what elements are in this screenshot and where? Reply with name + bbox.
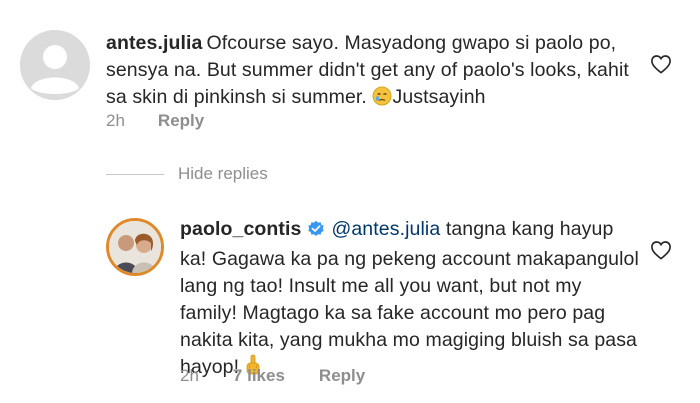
crying-face-icon (372, 86, 392, 114)
comment-body: antes.julia Ofcourse sayo. Masyadong gwap… (106, 30, 646, 114)
hide-replies-label: Hide replies (178, 164, 268, 183)
comment-text: family! Magtago ka sa fake account mo pe… (180, 302, 606, 324)
comment-meta: 2h Reply (106, 111, 204, 131)
avatar[interactable] (106, 218, 164, 276)
comment-text: Justsayinh (392, 86, 486, 108)
comment-text: nakita kita, yang mukha mo magiging blui… (180, 329, 638, 351)
timestamp: 2h (106, 111, 125, 130)
mention-link[interactable]: @antes.julia (331, 218, 440, 240)
divider (106, 173, 164, 175)
comment-text: sensya na. But summer didn't get any of … (106, 59, 629, 81)
comment-meta: 2h 7 likes Reply (180, 366, 365, 386)
comment-text: lang ng tao! Insult me all you want, but… (180, 275, 582, 297)
comment-text: tangna kang hayup (445, 218, 614, 240)
username[interactable]: antes.julia (106, 32, 202, 54)
comment-body: paolo_contis @antes.julia tangna kang ha… (180, 216, 650, 384)
timestamp: 2h (180, 366, 199, 385)
comment-text: sa skin di pinkinsh si summer. (106, 86, 367, 108)
reply-button[interactable]: Reply (158, 111, 204, 131)
comment-text: Ofcourse sayo. Masyadong gwapo si paolo … (206, 32, 617, 54)
verified-badge-icon (307, 219, 325, 246)
likes-count[interactable]: 7 likes (233, 366, 285, 386)
hide-replies-button[interactable]: Hide replies (106, 164, 268, 184)
reply-button[interactable]: Reply (319, 366, 365, 386)
like-heart-icon[interactable] (650, 240, 672, 260)
profile-photo-icon (109, 221, 161, 273)
comment-text: ka! Gagawa ka pa ng pekeng account makap… (180, 248, 639, 270)
like-heart-icon[interactable] (650, 54, 672, 74)
username[interactable]: paolo_contis (180, 218, 301, 240)
default-avatar-icon (20, 30, 90, 100)
avatar[interactable] (20, 30, 90, 100)
